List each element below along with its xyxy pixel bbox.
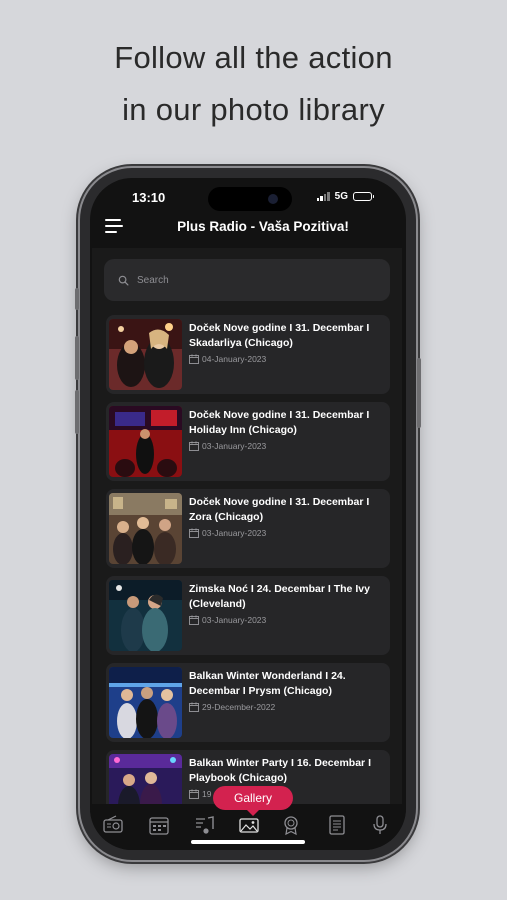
gallery-item-date: 03-January-2023 — [202, 441, 267, 451]
gallery-item-date: 04-January-2023 — [202, 354, 267, 364]
gallery-item-thumbnail — [109, 754, 182, 804]
calendar-icon — [189, 702, 199, 712]
gallery-item-thumbnail — [109, 493, 182, 564]
promo-headline: Follow all the action in our photo libra… — [0, 32, 507, 136]
gallery-item-date-row: 29-December-2022 — [189, 702, 275, 712]
status-time: 13:10 — [132, 190, 166, 205]
battery-icon — [353, 192, 374, 201]
podcast-icon[interactable] — [369, 814, 391, 836]
gallery-item-date-row: 03-January-2023 — [189, 615, 266, 625]
home-indicator[interactable] — [191, 840, 305, 844]
gallery-item-date: 03-January-2023 — [202, 615, 267, 625]
calendar-icon — [189, 615, 199, 625]
gallery-item-title: Doček Nove godine I 31. Decembar I Skada… — [189, 322, 370, 349]
search-icon — [118, 275, 129, 285]
headline-line-2: in our photo library — [122, 92, 385, 127]
dynamic-island — [208, 187, 292, 211]
phone-action-button — [75, 288, 79, 310]
phone-power-button — [417, 358, 421, 428]
phone-screen: 13:10 5G Plus Radio - Vaša Pozitiva! Sea… — [90, 178, 406, 850]
search-bar[interactable]: Search — [104, 259, 390, 301]
gallery-item-thumbnail — [109, 667, 182, 738]
gallery-item-thumbnail — [109, 319, 182, 390]
gallery-item-date-row: 04-January-2023 — [189, 354, 266, 364]
gallery-item-thumbnail — [109, 406, 182, 477]
gallery-item-thumbnail — [109, 580, 182, 651]
radio-icon[interactable] — [102, 814, 124, 836]
schedule-icon[interactable] — [148, 814, 170, 836]
gallery-item-date: 29-December-2022 — [202, 702, 276, 712]
gallery-item-date-row: 19 — [189, 789, 211, 799]
gallery-item[interactable]: Zimska Noć I 24. Decembar I The Ivy (Cle… — [106, 576, 390, 655]
calendar-icon — [189, 789, 199, 799]
calendar-icon — [189, 354, 199, 364]
gallery-item-title: Balkan Winter Wonderland I 24. Decembar … — [189, 670, 346, 697]
gallery-list[interactable]: Search Doček Nove godine I 31. Decembar … — [92, 248, 402, 804]
awards-icon[interactable] — [280, 814, 302, 836]
phone-volume-up-button — [75, 336, 79, 380]
gallery-item[interactable]: Doček Nove godine I 31. Decembar I Holid… — [106, 402, 390, 481]
hamburger-menu-icon[interactable] — [105, 219, 123, 235]
headline-line-1: Follow all the action — [114, 40, 393, 75]
signal-icon — [316, 192, 330, 201]
gallery-item-date-row: 03-January-2023 — [189, 441, 266, 451]
search-input[interactable]: Search — [137, 275, 169, 286]
phone-volume-down-button — [75, 390, 79, 434]
gallery-item-title: Balkan Winter Party I 16. Decembar I Pla… — [189, 757, 371, 784]
app-bar: Plus Radio - Vaša Pozitiva! — [90, 214, 406, 248]
gallery-item[interactable]: Balkan Winter Wonderland I 24. Decembar … — [106, 663, 390, 742]
app-title: Plus Radio - Vaša Pozitiva! — [177, 219, 349, 234]
gallery-item-date: 19 — [202, 789, 212, 799]
phone-frame: 13:10 5G Plus Radio - Vaša Pozitiva! Sea… — [75, 168, 421, 860]
gallery-item[interactable]: Doček Nove godine I 31. Decembar I Zora … — [106, 489, 390, 568]
network-label: 5G — [334, 191, 348, 202]
calendar-icon — [189, 528, 199, 538]
gallery-item-title: Doček Nove godine I 31. Decembar I Zora … — [189, 496, 370, 523]
camera-icon — [268, 194, 278, 204]
gallery-item-title: Zimska Noć I 24. Decembar I The Ivy (Cle… — [189, 583, 370, 610]
gallery-item-date-row: 03-January-2023 — [189, 528, 266, 538]
gallery-icon[interactable] — [238, 814, 260, 836]
gallery-item-date: 03-January-2023 — [202, 528, 267, 538]
status-indicators: 5G — [316, 191, 374, 202]
music-icon[interactable] — [194, 814, 216, 836]
calendar-icon — [189, 441, 199, 451]
status-bar: 13:10 5G — [90, 178, 406, 214]
gallery-item[interactable]: Doček Nove godine I 31. Decembar I Skada… — [106, 315, 390, 394]
news-icon[interactable] — [326, 814, 348, 836]
tab-gallery-active-label[interactable]: Gallery — [213, 786, 293, 816]
gallery-item-title: Doček Nove godine I 31. Decembar I Holid… — [189, 409, 370, 436]
